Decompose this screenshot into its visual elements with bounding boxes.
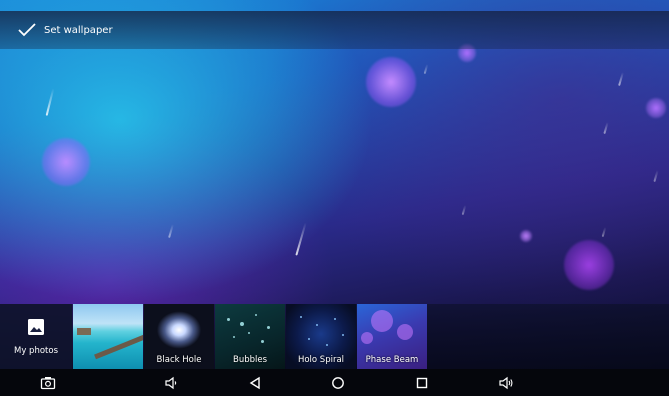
bokeh-orb (397, 324, 413, 340)
wallpaper-thumb-black-hole[interactable]: Black Hole (144, 304, 214, 369)
light-streak (423, 63, 429, 75)
bubble-dot (267, 326, 270, 329)
bokeh-orb (42, 138, 90, 186)
navigation-bar (0, 369, 669, 396)
volume-down-button[interactable] (156, 369, 186, 396)
light-streak (618, 71, 624, 87)
home-icon (331, 376, 345, 390)
wallpaper-thumb-bubbles[interactable]: Bubbles (215, 304, 285, 369)
sparkle (326, 344, 328, 346)
wallpaper-thumb-holo-spiral[interactable]: Holo Spiral (286, 304, 356, 369)
set-wallpaper-button[interactable]: Set wallpaper (0, 11, 125, 49)
light-streak (603, 121, 609, 135)
sparkle (334, 318, 336, 320)
wallpaper-thumb-label: Phase Beam (365, 355, 419, 365)
recents-button[interactable] (407, 369, 437, 396)
pier-shape (94, 333, 143, 360)
light-streak (601, 226, 607, 238)
light-streak (295, 222, 307, 256)
screenshot-icon (40, 376, 56, 390)
wallpaper-thumb-phase-beam[interactable]: Phase Beam (357, 304, 427, 369)
sparkle (316, 324, 318, 326)
wallpaper-thumb-label: Black Hole (156, 355, 202, 365)
bubble-dot (227, 318, 230, 321)
light-streak (168, 223, 174, 239)
action-bar: Set wallpaper (0, 11, 669, 49)
light-streak (653, 169, 659, 183)
checkmark-icon (18, 23, 36, 37)
my-photos-label: My photos (13, 345, 58, 356)
screenshot-button[interactable] (33, 369, 63, 396)
my-photos-tile[interactable]: My photos (0, 304, 72, 369)
hut-shape (77, 328, 91, 335)
bubble-dot (255, 314, 257, 316)
wallpaper-thumb-beach[interactable] (73, 304, 143, 369)
back-icon (248, 376, 262, 390)
image-icon (27, 318, 45, 340)
bubble-dot (248, 332, 250, 334)
volume-up-button[interactable] (491, 369, 521, 396)
light-streak (461, 204, 467, 216)
sparkle (308, 338, 310, 340)
wallpaper-thumb-label: Bubbles (232, 355, 268, 365)
sparkle (342, 334, 344, 336)
sparkle (300, 316, 302, 318)
bubble-dot (240, 322, 244, 326)
back-button[interactable] (240, 369, 270, 396)
set-wallpaper-label: Set wallpaper (44, 24, 113, 36)
bokeh-orb (646, 98, 666, 118)
screen: Set wallpaper My photos Black Hole Bubbl… (0, 0, 669, 396)
bokeh-orb (361, 332, 373, 344)
bubble-dot (233, 336, 235, 338)
volume-down-icon (164, 376, 178, 390)
bubble-dot (261, 340, 264, 343)
recents-icon (415, 376, 429, 390)
volume-up-icon (498, 376, 514, 390)
bokeh-orb (520, 230, 532, 242)
bokeh-orb (564, 240, 614, 290)
bokeh-orb (371, 310, 393, 332)
home-button[interactable] (323, 369, 353, 396)
bokeh-orb (366, 57, 416, 107)
wallpaper-picker: My photos Black Hole Bubbles Holo Spiral… (0, 304, 669, 369)
wallpaper-thumb-label: Holo Spiral (297, 355, 345, 365)
light-streak (45, 88, 55, 116)
